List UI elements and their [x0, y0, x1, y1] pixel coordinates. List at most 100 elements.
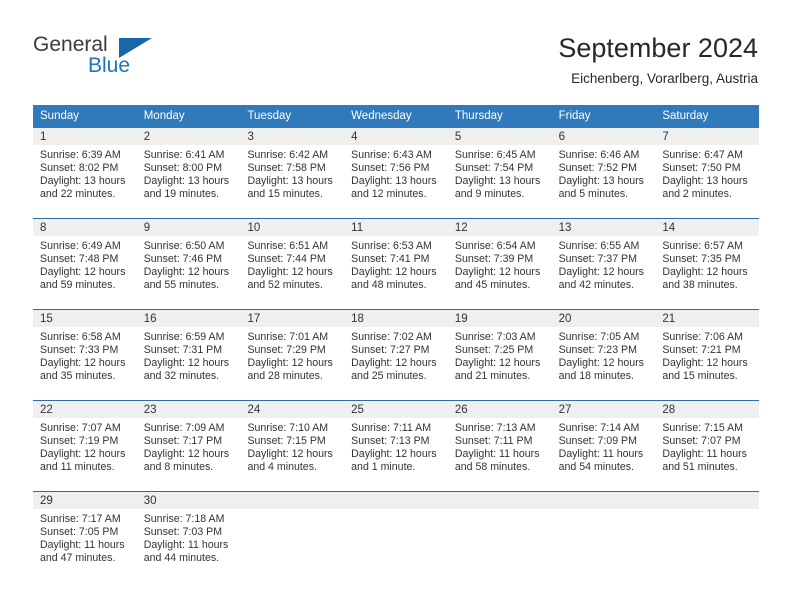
sunrise-text: Sunrise: 7:18 AM [143, 513, 225, 525]
day-details: Sunrise: 6:46 AM Sunset: 7:52 PM Daylight:… [552, 145, 656, 201]
logo[interactable]: General Blue [33, 34, 173, 84]
day-cell[interactable]: 7 Sunrise: 6:47 AM Sunset: 7:50 PM Daylight… [655, 128, 760, 218]
daylight-text-line1: Daylight: 12 hours [351, 265, 437, 278]
day-number: 11 [344, 219, 448, 236]
day-number: 21 [655, 310, 760, 327]
day-cell[interactable]: 3 Sunrise: 6:42 AM Sunset: 7:58 PM Daylight… [240, 128, 345, 218]
day-cell[interactable]: 18 Sunrise: 7:02 AM Sunset: 7:27 PM Dayligh… [344, 310, 448, 400]
sunset-text: Sunset: 7:05 PM [40, 525, 119, 538]
day-number: 14 [655, 219, 760, 236]
page-header: General Blue September 2024 Eichenberg, … [0, 0, 792, 100]
day-cell[interactable]: 12 Sunrise: 6:54 AM Sunset: 7:39 PM Dayligh… [447, 219, 552, 309]
daylight-text-line2: and 25 minutes. [351, 369, 427, 382]
sunrise-text: Sunrise: 7:06 AM [662, 331, 743, 343]
daylight-text-line1: Daylight: 13 hours [40, 174, 126, 187]
day-cell[interactable]: 11 Sunrise: 6:53 AM Sunset: 7:41 PM Dayligh… [344, 219, 448, 309]
daylight-text-line1: Daylight: 12 hours [662, 356, 748, 369]
day-cell[interactable]: 19 Sunrise: 7:03 AM Sunset: 7:25 PM Dayligh… [447, 310, 552, 400]
day-number [240, 492, 345, 509]
day-cell[interactable]: 30 Sunrise: 7:18 AM Sunset: 7:03 PM Dayligh… [136, 492, 241, 582]
day-details: Sunrise: 6:42 AM Sunset: 7:58 PM Daylight:… [240, 145, 344, 201]
day-cell[interactable]: 8 Sunrise: 6:49 AM Sunset: 7:48 PM Daylight… [33, 219, 137, 309]
weekday-header-friday: Friday [558, 110, 591, 122]
daylight-text-line2: and 59 minutes. [40, 278, 116, 291]
sunset-text: Sunset: 7:41 PM [351, 252, 430, 265]
day-cell[interactable]: 6 Sunrise: 6:46 AM Sunset: 7:52 PM Daylight… [551, 128, 656, 218]
day-number: 5 [447, 128, 552, 145]
daylight-text-line1: Daylight: 12 hours [40, 447, 126, 460]
day-cell[interactable]: 23 Sunrise: 7:09 AM Sunset: 7:17 PM Dayligh… [136, 401, 241, 491]
day-cell[interactable]: 1 Sunrise: 6:39 AM Sunset: 8:02 PM Daylight… [33, 128, 137, 218]
day-number: 4 [344, 128, 448, 145]
day-cell[interactable]: 13 Sunrise: 6:55 AM Sunset: 7:37 PM Dayligh… [551, 219, 656, 309]
day-cell[interactable]: 15 Sunrise: 6:58 AM Sunset: 7:33 PM Dayligh… [33, 310, 137, 400]
daylight-text-line2: and 55 minutes. [143, 278, 220, 291]
sunset-text: Sunset: 7:54 PM [454, 161, 534, 174]
day-cell[interactable]: 9 Sunrise: 6:50 AM Sunset: 7:46 PM Daylight… [136, 219, 241, 309]
day-cell[interactable]: 2 Sunrise: 6:41 AM Sunset: 8:00 PM Daylight… [136, 128, 241, 218]
weekday-header-tuesday: Tuesday [247, 110, 292, 122]
daylight-text-line1: Daylight: 12 hours [247, 356, 333, 369]
sunset-text: Sunset: 7:11 PM [454, 434, 533, 447]
day-number: 12 [447, 219, 552, 236]
daylight-text-line2: and 15 minutes. [247, 187, 323, 200]
daylight-text-line2: and 12 minutes. [351, 187, 427, 200]
daylight-text-line1: Daylight: 11 hours [454, 447, 540, 460]
day-number: 15 [33, 310, 137, 327]
sunset-text: Sunset: 7:46 PM [143, 252, 223, 265]
sunrise-text: Sunrise: 7:01 AM [247, 331, 329, 343]
daylight-text-line1: Daylight: 12 hours [454, 265, 541, 278]
day-details: Sunrise: 6:58 AM Sunset: 7:33 PM Daylight:… [33, 327, 137, 383]
daylight-text-line1: Daylight: 12 hours [247, 265, 333, 278]
sunset-text: Sunset: 7:48 PM [40, 252, 119, 265]
day-details: Sunrise: 6:53 AM Sunset: 7:41 PM Daylight:… [344, 236, 448, 292]
day-cell[interactable]: 27 Sunrise: 7:14 AM Sunset: 7:09 PM Dayligh… [551, 401, 656, 491]
weekday-header-monday: Monday [143, 110, 185, 122]
daylight-text-line1: Daylight: 13 hours [247, 174, 333, 187]
day-cell[interactable]: 16 Sunrise: 6:59 AM Sunset: 7:31 PM Dayligh… [136, 310, 241, 400]
week-row: 29 Sunrise: 7:17 AM Sunset: 7:05 PM Dayligh… [33, 491, 760, 582]
day-cell[interactable]: 4 Sunrise: 6:43 AM Sunset: 7:56 PM Daylight… [344, 128, 448, 218]
daylight-text-line1: Daylight: 12 hours [247, 447, 333, 460]
day-details: Sunrise: 6:43 AM Sunset: 7:56 PM Daylight:… [344, 145, 448, 201]
daylight-text-line2: and 54 minutes. [558, 460, 634, 473]
day-cell[interactable]: 5 Sunrise: 6:45 AM Sunset: 7:54 PM Daylight… [447, 128, 552, 218]
sunset-text: Sunset: 7:25 PM [454, 343, 534, 356]
daylight-text-line2: and 38 minutes. [662, 278, 738, 291]
daylight-text-line1: Daylight: 12 hours [143, 356, 230, 369]
sunrise-text: Sunrise: 6:45 AM [454, 149, 536, 161]
daylight-text-line2: and 1 minute. [351, 460, 416, 473]
day-number [344, 492, 448, 509]
sunset-text: Sunset: 7:07 PM [662, 434, 741, 447]
day-details: Sunrise: 7:14 AM Sunset: 7:09 PM Daylight:… [552, 418, 656, 474]
day-cell[interactable]: 20 Sunrise: 7:05 AM Sunset: 7:23 PM Dayligh… [551, 310, 656, 400]
daylight-text-line2: and 35 minutes. [40, 369, 116, 382]
day-details: Sunrise: 7:05 AM Sunset: 7:23 PM Daylight:… [552, 327, 656, 383]
sunrise-text: Sunrise: 7:09 AM [143, 422, 225, 434]
day-cell[interactable]: 14 Sunrise: 6:57 AM Sunset: 7:35 PM Dayligh… [655, 219, 760, 309]
day-cell-empty [655, 492, 760, 582]
daylight-text-line2: and 52 minutes. [247, 278, 323, 291]
daylight-text-line1: Daylight: 12 hours [558, 265, 644, 278]
day-cell[interactable]: 25 Sunrise: 7:11 AM Sunset: 7:13 PM Dayligh… [344, 401, 448, 491]
week-row: 1 Sunrise: 6:39 AM Sunset: 8:02 PM Daylight… [33, 128, 760, 218]
weekday-header-wednesday: Wednesday [351, 110, 412, 122]
day-cell[interactable]: 22 Sunrise: 7:07 AM Sunset: 7:19 PM Dayligh… [33, 401, 137, 491]
day-cell[interactable]: 10 Sunrise: 6:51 AM Sunset: 7:44 PM Dayligh… [240, 219, 345, 309]
daylight-text-line2: and 58 minutes. [454, 460, 531, 473]
day-cell[interactable]: 26 Sunrise: 7:13 AM Sunset: 7:11 PM Dayligh… [447, 401, 552, 491]
daylight-text-line1: Daylight: 13 hours [454, 174, 541, 187]
day-details: Sunrise: 6:49 AM Sunset: 7:48 PM Daylight:… [33, 236, 137, 292]
day-details: Sunrise: 7:17 AM Sunset: 7:05 PM Daylight:… [33, 509, 137, 565]
day-cell[interactable]: 24 Sunrise: 7:10 AM Sunset: 7:15 PM Dayligh… [240, 401, 345, 491]
day-cell[interactable]: 21 Sunrise: 7:06 AM Sunset: 7:21 PM Dayligh… [655, 310, 760, 400]
sunset-text: Sunset: 7:27 PM [351, 343, 430, 356]
day-cell[interactable]: 29 Sunrise: 7:17 AM Sunset: 7:05 PM Dayligh… [33, 492, 137, 582]
weekday-header-row: Sunday Monday Tuesday Wednesday Thursday… [33, 105, 759, 128]
day-cell[interactable]: 17 Sunrise: 7:01 AM Sunset: 7:29 PM Dayligh… [240, 310, 345, 400]
sunset-text: Sunset: 7:21 PM [662, 343, 741, 356]
daylight-text-line1: Daylight: 12 hours [662, 265, 748, 278]
sunrise-text: Sunrise: 7:02 AM [351, 331, 432, 343]
day-details: Sunrise: 6:54 AM Sunset: 7:39 PM Daylight:… [448, 236, 552, 292]
day-cell[interactable]: 28 Sunrise: 7:15 AM Sunset: 7:07 PM Dayligh… [655, 401, 760, 491]
